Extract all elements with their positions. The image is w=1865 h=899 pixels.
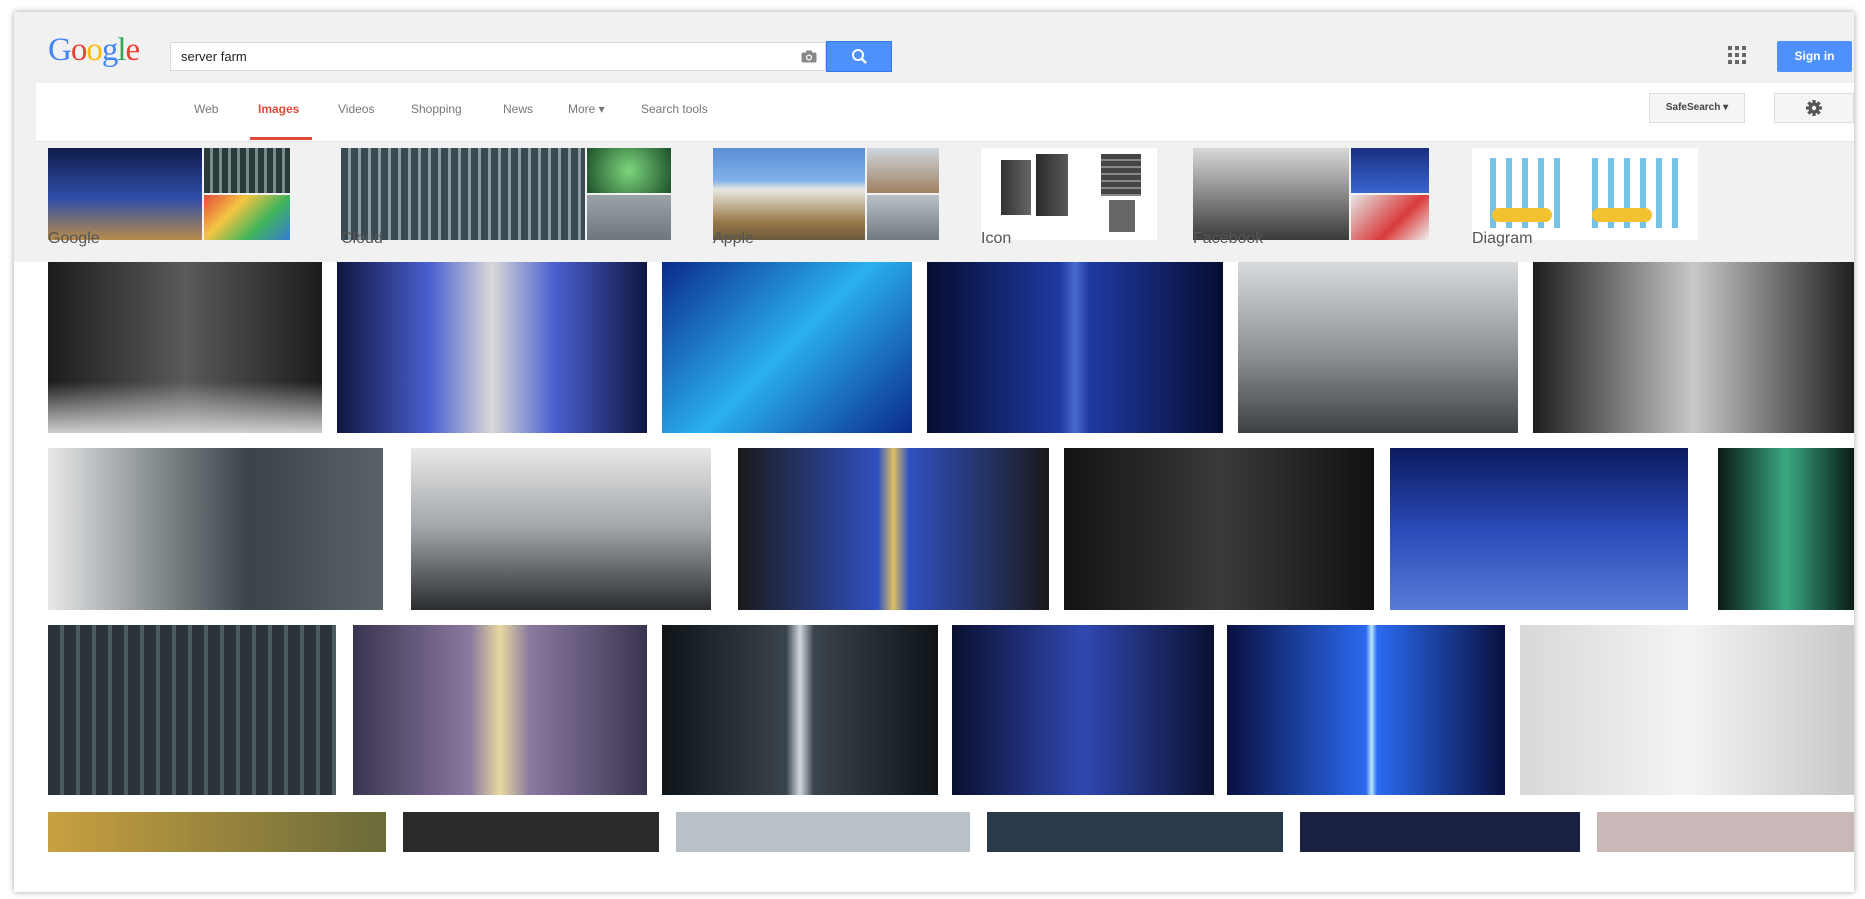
related-label: Icon (981, 230, 1012, 247)
related-label: Facebook (1193, 230, 1264, 247)
image-result[interactable] (403, 812, 659, 852)
related-label: Diagram (1472, 230, 1533, 247)
related-thumbnail (1193, 148, 1429, 240)
image-result[interactable] (1390, 448, 1688, 610)
related-label: Google (48, 230, 100, 247)
image-result[interactable] (48, 812, 386, 852)
search-nav-bar: Web Images Videos Shopping News More ▾ S… (36, 83, 1854, 142)
tab-web[interactable]: Web (194, 102, 218, 116)
image-result[interactable] (1597, 812, 1854, 852)
image-result[interactable] (952, 625, 1214, 795)
image-result[interactable] (411, 448, 711, 610)
active-tab-indicator (250, 137, 312, 140)
tab-shopping[interactable]: Shopping (411, 102, 462, 116)
image-result[interactable] (1238, 262, 1518, 433)
image-results-grid (14, 262, 1854, 892)
image-result[interactable] (1520, 625, 1854, 795)
camera-icon[interactable] (801, 50, 817, 63)
image-result[interactable] (987, 812, 1283, 852)
settings-button[interactable] (1774, 93, 1854, 123)
sign-in-button[interactable]: Sign in (1777, 41, 1852, 72)
related-label: Apple (713, 230, 754, 247)
related-thumbnail (713, 148, 939, 240)
related-searches: Google Cloud Apple Icon Facebook Diagram (14, 148, 1854, 253)
related-thumbnail (48, 148, 290, 240)
image-result[interactable] (1064, 448, 1374, 610)
related-label: Cloud (341, 230, 383, 247)
image-result[interactable] (662, 262, 912, 433)
related-thumbnail (1472, 148, 1698, 240)
tab-news[interactable]: News (503, 102, 533, 116)
image-result[interactable] (738, 448, 1049, 610)
google-logo[interactable]: Google (48, 32, 140, 69)
image-result[interactable] (48, 262, 322, 433)
image-result[interactable] (1300, 812, 1580, 852)
image-result[interactable] (48, 448, 383, 610)
image-result[interactable] (337, 262, 647, 433)
apps-grid-icon[interactable] (1728, 46, 1746, 64)
search-input[interactable]: server farm (170, 42, 826, 71)
image-result[interactable] (1227, 625, 1505, 795)
search-query: server farm (181, 49, 247, 64)
image-result[interactable] (662, 625, 938, 795)
image-result[interactable] (927, 262, 1223, 433)
image-result[interactable] (1533, 262, 1854, 433)
tab-more[interactable]: More ▾ (568, 102, 605, 116)
image-result[interactable] (353, 625, 647, 795)
image-result[interactable] (1718, 448, 1854, 610)
top-bar: Google server farm Sign in (14, 12, 1854, 74)
search-tools-button[interactable]: Search tools (641, 102, 708, 116)
safesearch-dropdown[interactable]: SafeSearch ▾ (1649, 93, 1745, 123)
browser-frame: Google server farm Sign in Web Images Vi… (14, 12, 1854, 892)
search-button[interactable] (826, 41, 892, 72)
image-result[interactable] (676, 812, 970, 852)
search-icon (852, 49, 867, 64)
tab-videos[interactable]: Videos (338, 102, 374, 116)
related-thumbnail (981, 148, 1157, 240)
image-result[interactable] (48, 625, 336, 795)
gear-icon (1806, 100, 1822, 116)
tab-images[interactable]: Images (258, 102, 299, 116)
related-thumbnail (341, 148, 671, 240)
